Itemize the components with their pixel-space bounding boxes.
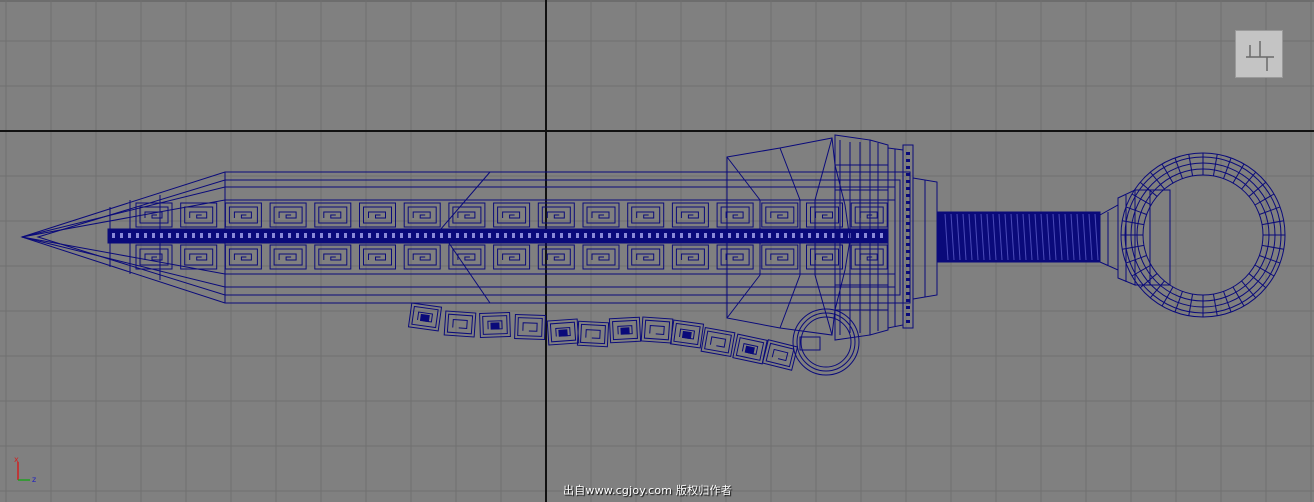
svg-text:x: x [14, 455, 19, 464]
guard-studs [906, 152, 910, 323]
axis-z-label: z [32, 475, 36, 484]
pommel-neck [1099, 189, 1171, 286]
view-cube[interactable] [1235, 30, 1283, 78]
axis-lines [0, 0, 1314, 502]
view-cube-icon [1246, 41, 1274, 71]
pommel-ring [1120, 152, 1286, 318]
tassel-chain [407, 302, 799, 371]
sword-wireframe[interactable] [20, 134, 1286, 376]
viewport-canvas[interactable] [0, 0, 1314, 502]
grid-lines [0, 0, 1314, 502]
axis-gizmo-icon: x z [14, 455, 36, 484]
pommel-ring-segments [1121, 153, 1285, 317]
axis-gizmo: x z [10, 454, 46, 490]
watermark-text: 出自www.cgjoy.com 版权归作者 [563, 484, 732, 497]
fuller-pattern [107, 202, 889, 270]
viewport-panel[interactable]: x z 出自www.cgjoy.com 版权归作者 [0, 0, 1314, 502]
small-ring [792, 308, 860, 376]
